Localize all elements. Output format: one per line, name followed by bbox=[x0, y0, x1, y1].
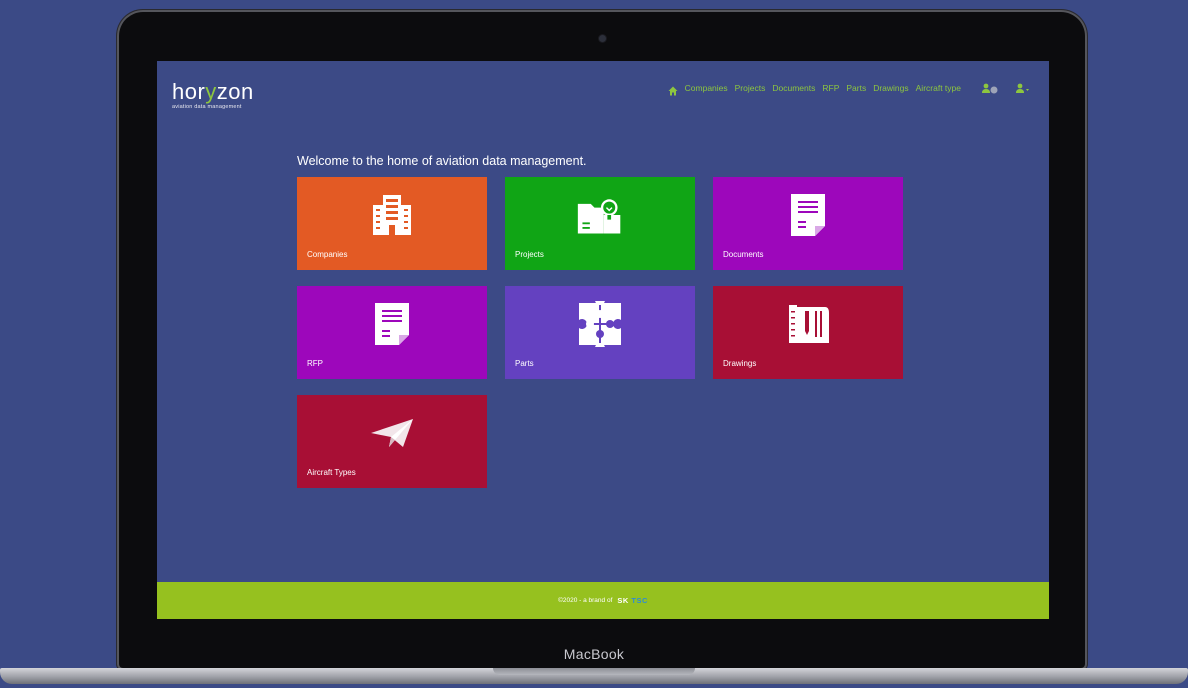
tile-label: Documents bbox=[723, 250, 764, 259]
sktsc-logo[interactable]: SK TSC bbox=[617, 596, 648, 605]
nav-link-projects[interactable]: Projects bbox=[735, 83, 766, 93]
puzzle-icon bbox=[576, 300, 624, 348]
app-screen: horyzon aviation data management Compani… bbox=[157, 61, 1049, 619]
tile-documents[interactable]: Documents bbox=[713, 177, 903, 270]
tile-label: RFP bbox=[307, 359, 323, 368]
tile-aircraft-types[interactable]: Aircraft Types bbox=[297, 395, 487, 488]
horyzon-logo[interactable]: horyzon aviation data management bbox=[172, 79, 254, 110]
document-icon bbox=[368, 300, 416, 348]
tile-projects[interactable]: Projects bbox=[505, 177, 695, 270]
logo-wordmark: horyzon bbox=[172, 79, 254, 104]
tile-label: Projects bbox=[515, 250, 544, 259]
footer: ©2020 - a brand of SK TSC bbox=[157, 582, 1049, 619]
module-tiles: Companies Projects Documents RFP Parts D… bbox=[297, 177, 905, 489]
tile-label: Aircraft Types bbox=[307, 468, 356, 477]
logo-tagline: aviation data management bbox=[172, 104, 242, 110]
device-label: MacBook bbox=[563, 646, 625, 662]
tile-label: Drawings bbox=[723, 359, 757, 368]
footer-copyright: ©2020 - a brand of bbox=[558, 597, 613, 604]
building-icon bbox=[368, 191, 416, 239]
notification-user-icon[interactable] bbox=[981, 83, 999, 94]
tile-label: Parts bbox=[515, 359, 534, 368]
user-icon[interactable] bbox=[1015, 83, 1031, 94]
nav-link-rfp[interactable]: RFP bbox=[822, 83, 839, 93]
nav-link-companies[interactable]: Companies bbox=[685, 83, 728, 93]
blueprint-icon bbox=[784, 300, 832, 348]
welcome-heading: Welcome to the home of aviation data man… bbox=[297, 154, 587, 168]
header-actions bbox=[981, 83, 1031, 94]
document-icon bbox=[784, 191, 832, 239]
paper-plane-icon bbox=[368, 409, 416, 457]
nav-link-documents[interactable]: Documents bbox=[772, 83, 815, 93]
nav-link-drawings[interactable]: Drawings bbox=[873, 83, 908, 93]
tile-drawings[interactable]: Drawings bbox=[713, 286, 903, 379]
home-icon[interactable] bbox=[668, 83, 678, 96]
tile-label: Companies bbox=[307, 250, 348, 259]
webcam bbox=[599, 35, 606, 42]
laptop-notch bbox=[493, 668, 695, 675]
top-nav: Companies Projects Documents RFP Parts D… bbox=[668, 83, 961, 96]
nav-link-parts[interactable]: Parts bbox=[846, 83, 866, 93]
tile-rfp[interactable]: RFP bbox=[297, 286, 487, 379]
nav-link-aircraft-type[interactable]: Aircraft type bbox=[916, 83, 961, 93]
tile-companies[interactable]: Companies bbox=[297, 177, 487, 270]
tile-parts[interactable]: Parts bbox=[505, 286, 695, 379]
folder-lightbulb-icon bbox=[576, 191, 624, 239]
